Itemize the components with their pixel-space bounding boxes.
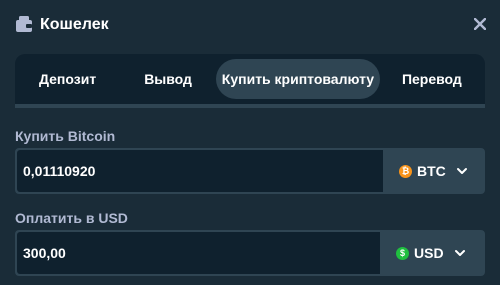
tab-deposit[interactable]: Депозит: [15, 59, 120, 99]
pay-amount-input[interactable]: 300,00: [17, 232, 380, 274]
tabs-bar: Депозит Вывод Купить криптовалюту Перево…: [15, 54, 485, 108]
tab-buy-crypto[interactable]: Купить криптовалюту: [215, 59, 380, 99]
close-icon: [474, 18, 486, 30]
tabs-scrollbar[interactable]: [15, 104, 485, 108]
modal-title: Кошелек: [40, 16, 109, 33]
buy-field-label: Купить Bitcoin: [15, 128, 116, 144]
chevron-down-icon: [456, 168, 467, 174]
pay-field-label: Оплатить в USD: [15, 210, 128, 226]
buy-currency-label: BTC: [417, 163, 446, 179]
tabs-list: Депозит Вывод Купить криптовалюту Перево…: [15, 54, 482, 104]
buy-field: 0,01110920 ₿ BTC: [15, 148, 485, 194]
bitcoin-icon: ₿: [399, 164, 412, 178]
usd-symbol: $: [399, 248, 405, 258]
pay-field: 300,00 $ USD: [15, 230, 485, 276]
modal-header: Кошелек: [0, 0, 500, 50]
pay-currency-select[interactable]: $ USD: [380, 232, 483, 274]
bitcoin-symbol: ₿: [401, 166, 410, 176]
buy-currency-select[interactable]: ₿ BTC: [383, 150, 483, 192]
tab-withdraw[interactable]: Вывод: [120, 59, 216, 99]
tab-transfer[interactable]: Перевод: [380, 59, 482, 99]
wallet-icon: [16, 16, 32, 32]
pay-currency-label: USD: [414, 245, 444, 261]
chevron-down-icon: [454, 250, 465, 256]
usd-icon: $: [396, 246, 409, 260]
close-button[interactable]: [470, 14, 490, 34]
buy-amount-input[interactable]: 0,01110920: [17, 150, 383, 192]
